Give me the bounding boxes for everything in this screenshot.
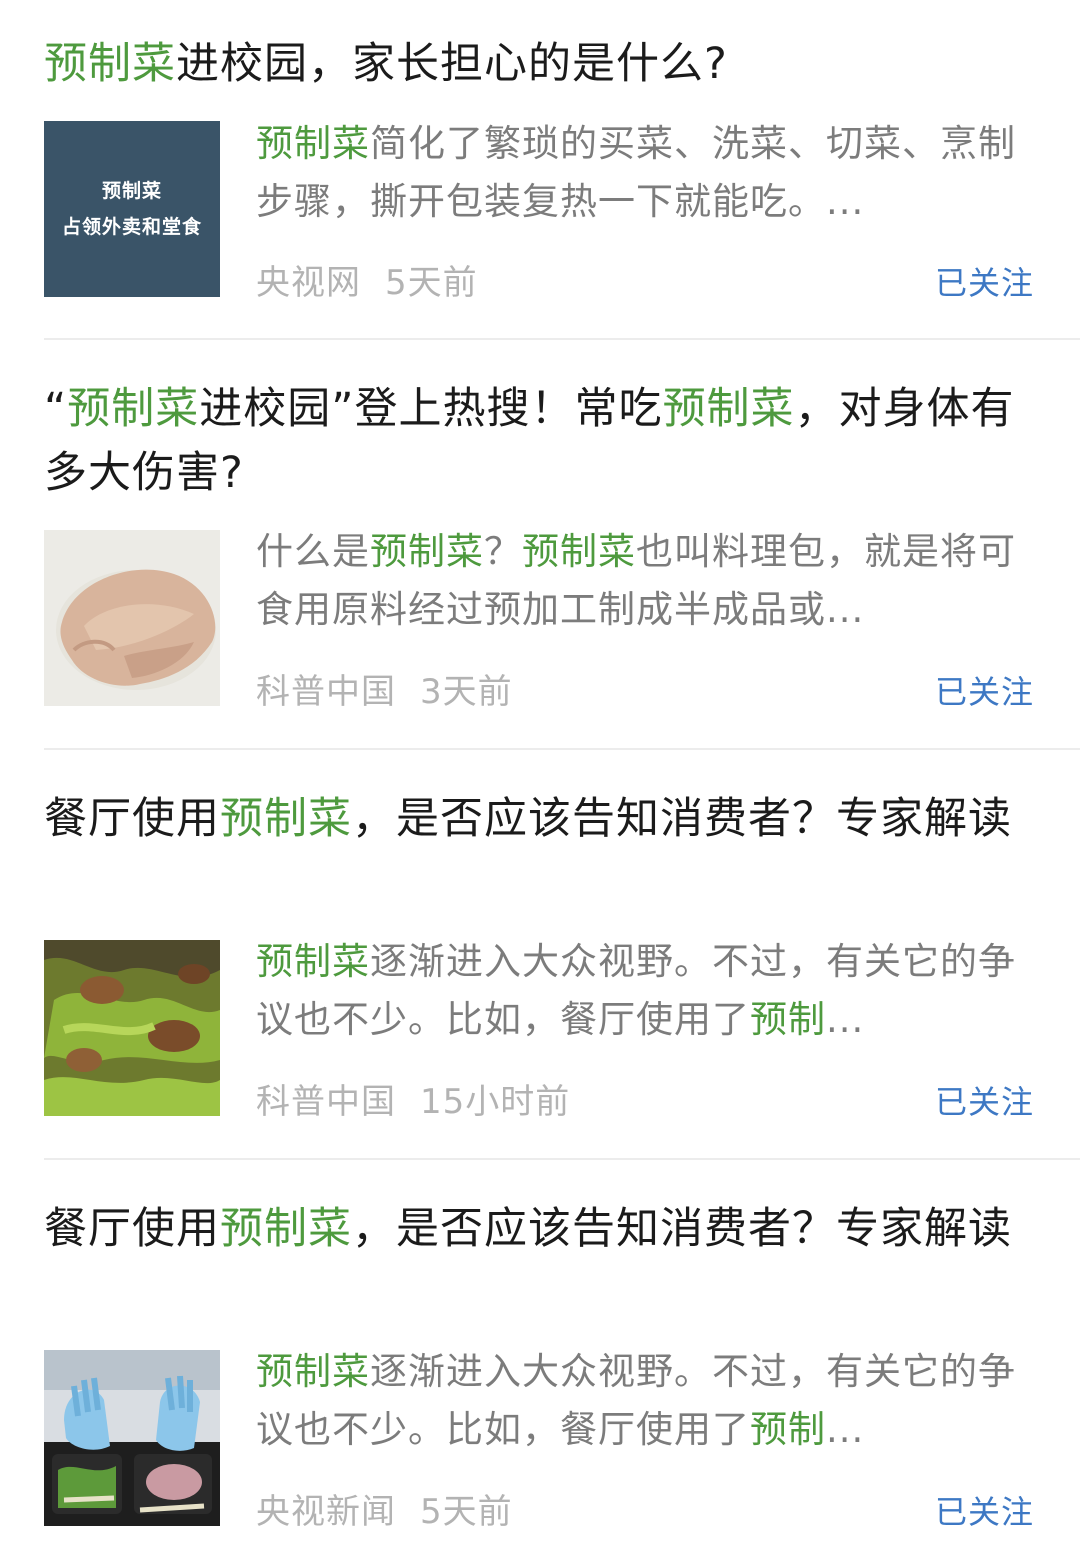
- article-thumbnail[interactable]: [44, 940, 220, 1116]
- article-source: 央视新闻: [256, 1492, 396, 1532]
- highlighted-keyword: 预制菜: [522, 530, 636, 573]
- article-meta: 科普中国 15小时前: [256, 1074, 570, 1123]
- thumbnail-caption: 占领外卖和堂食: [61, 216, 202, 238]
- article-thumbnail[interactable]: [44, 1350, 220, 1526]
- text-segment: 餐厅使用: [44, 794, 220, 844]
- stir-fry-image: [44, 940, 220, 1116]
- divider: [44, 748, 1080, 750]
- article-time: 5天前: [420, 1492, 513, 1532]
- article-title[interactable]: 预制菜进校园，家长担心的是什么?: [44, 32, 1034, 96]
- text-segment: ，是否应该告知消费者？专家解读: [352, 1204, 1012, 1254]
- text-segment: 进校园”登上热搜！常吃: [199, 384, 663, 434]
- text-segment: 餐厅使用: [44, 1204, 220, 1254]
- thumbnail-caption: 预制菜: [101, 180, 162, 202]
- article-thumbnail[interactable]: [44, 530, 220, 706]
- highlighted-keyword: 预制菜: [256, 1350, 370, 1393]
- divider: [44, 1158, 1080, 1160]
- article-source: 科普中国: [256, 672, 396, 712]
- text-segment: 什么是: [256, 530, 370, 573]
- highlighted-keyword: 预制菜: [256, 122, 370, 165]
- text-segment: ？: [484, 530, 522, 573]
- article-title[interactable]: “预制菜进校园”登上热搜！常吃预制菜，对身体有多大伤害?: [44, 377, 1024, 505]
- article-snippet[interactable]: 什么是预制菜？预制菜也叫料理包，就是将可食用原料经过预加工制成半成品或...: [256, 523, 1036, 639]
- highlighted-keyword: 预制菜: [44, 39, 176, 89]
- follow-status-button[interactable]: 已关注: [935, 258, 1034, 304]
- text-segment: ，是否应该告知消费者？专家解读: [352, 794, 1012, 844]
- article-source: 科普中国: [256, 1082, 396, 1122]
- text-segment: ...: [826, 998, 865, 1041]
- follow-status-button[interactable]: 已关注: [935, 1487, 1034, 1533]
- highlighted-keyword: 预制: [750, 998, 826, 1041]
- article-thumbnail[interactable]: 预制菜 占领外卖和堂食: [44, 121, 220, 297]
- article-meta: 科普中国 3天前: [256, 664, 513, 713]
- follow-status-button[interactable]: 已关注: [935, 1077, 1034, 1123]
- article-snippet[interactable]: 预制菜逐渐进入大众视野。不过，有关它的争议也不少。比如，餐厅使用了预制...: [256, 933, 1036, 1049]
- article-meta: 央视网 5天前: [256, 255, 478, 304]
- gloved-hands-food-image: [44, 1350, 220, 1526]
- text-segment: “: [44, 384, 68, 434]
- search-result-feed: 预制菜进校园，家长担心的是什么? 预制菜 占领外卖和堂食 预制菜简化了繁琐的买菜…: [0, 0, 1080, 1560]
- highlighted-keyword: 预制菜: [370, 530, 484, 573]
- highlighted-keyword: 预制: [750, 1408, 826, 1451]
- text-segment: 简化了繁琐的买菜、洗菜、切菜、烹制步骤，撕开包装复热一下就能吃。...: [256, 122, 1016, 223]
- highlighted-keyword: 预制菜: [67, 384, 200, 434]
- follow-status-button[interactable]: 已关注: [935, 667, 1034, 713]
- article-source: 央视网: [256, 263, 361, 303]
- text-segment: 逐渐进入大众视野。不过，有关它的争议也不少。比如，餐厅使用了: [256, 1350, 1016, 1451]
- highlighted-keyword: 预制菜: [662, 384, 795, 434]
- highlighted-keyword: 预制菜: [220, 794, 352, 844]
- text-segment: 进校园，家长担心的是什么?: [176, 39, 728, 89]
- article-title[interactable]: 餐厅使用预制菜，是否应该告知消费者？专家解读: [44, 1197, 1024, 1261]
- article-time: 5天前: [385, 263, 478, 303]
- text-segment: ...: [826, 1408, 865, 1451]
- article-meta: 央视新闻 5天前: [256, 1484, 513, 1533]
- article-time: 15小时前: [420, 1082, 571, 1122]
- article-title[interactable]: 餐厅使用预制菜，是否应该告知消费者？专家解读: [44, 787, 1024, 851]
- article-snippet[interactable]: 预制菜简化了繁琐的买菜、洗菜、切菜、烹制步骤，撕开包装复热一下就能吃。...: [256, 115, 1036, 231]
- article-snippet[interactable]: 预制菜逐渐进入大众视野。不过，有关它的争议也不少。比如，餐厅使用了预制...: [256, 1343, 1036, 1459]
- article-time: 3天前: [420, 672, 513, 712]
- text-segment: 逐渐进入大众视野。不过，有关它的争议也不少。比如，餐厅使用了: [256, 940, 1016, 1041]
- chicken-breast-image: [44, 530, 220, 706]
- highlighted-keyword: 预制菜: [220, 1204, 352, 1254]
- highlighted-keyword: 预制菜: [256, 940, 370, 983]
- divider: [44, 338, 1080, 340]
